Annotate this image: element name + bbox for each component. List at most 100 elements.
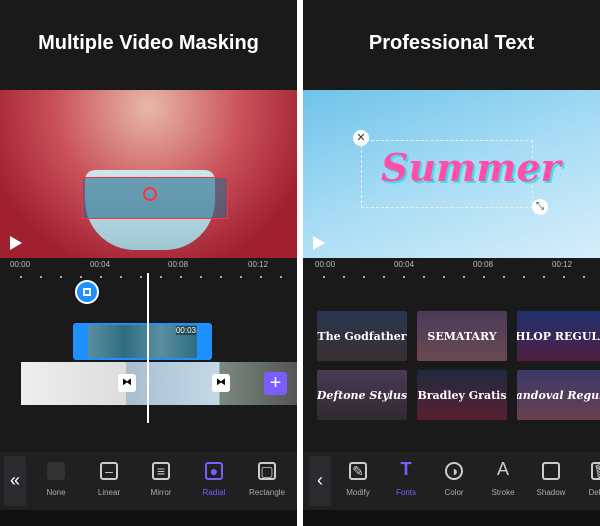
main-track[interactable] (21, 362, 297, 405)
bottom-bar (303, 510, 600, 526)
tool-label: Radial (202, 488, 226, 497)
tool-label: Rectangle (248, 488, 286, 497)
video-preview: Summer ✕ ⤡ (303, 90, 600, 258)
timeline-ruler: 00:00 00:04 00:08 00:12 (303, 258, 600, 278)
ruler-tick (20, 276, 22, 278)
transition-icon[interactable]: ⧓ (212, 374, 230, 392)
tool-delete[interactable]: 🗑 Delete (575, 460, 600, 497)
add-clip-button[interactable]: + (264, 372, 287, 395)
tool-label: Shadow (536, 488, 566, 497)
font-option[interactable]: Bradley Gratis (417, 370, 507, 420)
tool-fonts[interactable]: T Fonts (381, 460, 431, 497)
ruler-label: 00:00 (10, 260, 31, 269)
tool-label: Linear (97, 488, 121, 497)
ruler-tick (240, 276, 242, 278)
ruler-tick (463, 276, 465, 278)
resize-icon[interactable]: ⤡ (532, 199, 548, 215)
none-icon (47, 462, 65, 480)
tool-mirror[interactable]: ≡ Mirror (136, 460, 186, 497)
tool-radial[interactable]: ● Radial (189, 460, 239, 497)
collapse-button[interactable]: « (4, 456, 26, 506)
panel-title: Professional Text (368, 32, 535, 54)
ruler-label: 00:08 (168, 260, 189, 269)
mask-toolbar: « None – Linear ≡ Mirror ● Radial ▢ Rectangl… (0, 452, 297, 510)
play-button[interactable] (10, 236, 22, 250)
ruler-tick (583, 276, 585, 278)
ruler-tick (563, 276, 565, 278)
tool-linear[interactable]: – Linear (84, 460, 134, 497)
font-option[interactable]: Sandoval Regular (517, 370, 600, 420)
clip-duration: 00:03 (175, 326, 196, 335)
transition-icon[interactable]: ⧓ (118, 374, 136, 392)
tool-label: None (46, 488, 66, 497)
ruler-tick (343, 276, 345, 278)
ruler-tick (523, 276, 525, 278)
ruler-tick (120, 276, 122, 278)
overlay-clip[interactable]: 00:03 (73, 323, 212, 360)
play-button[interactable] (313, 236, 325, 250)
ruler-tick (80, 276, 82, 278)
mask-center-handle[interactable] (143, 187, 157, 201)
ruler-label: 00:12 (248, 260, 269, 269)
edit-icon: ✎ (349, 462, 367, 480)
ruler-tick (323, 276, 325, 278)
tool-label: Color (444, 488, 464, 497)
bottom-bar (0, 510, 297, 526)
ruler-tick (423, 276, 425, 278)
tool-label: Fonts (395, 488, 416, 497)
ruler-tick (383, 276, 385, 278)
tool-stroke[interactable]: A Stroke (478, 460, 528, 497)
back-button[interactable]: ‹ (309, 456, 331, 506)
ruler-tick (503, 276, 505, 278)
ruler-tick (160, 276, 162, 278)
rectangle-mask-icon: ▢ (258, 462, 276, 480)
text-icon: T (400, 459, 412, 479)
tool-shadow[interactable]: Shadow (526, 460, 576, 497)
masking-panel: Multiple Video Masking 00:00 00:04 00:08… (0, 0, 297, 526)
radial-mask-icon: ● (205, 462, 223, 480)
text-toolbar: ‹ ✎ Modify T Fonts ◑ Color A Stroke Shadow 🗑… (303, 452, 600, 510)
ruler-tick (403, 276, 405, 278)
delete-icon: 🗑 (591, 462, 600, 480)
mirror-mask-icon: ≡ (152, 462, 170, 480)
font-option[interactable]: Deftone Stylus (317, 370, 407, 420)
playhead[interactable] (147, 273, 149, 423)
panel-title: Multiple Video Masking (38, 32, 259, 54)
ruler-label: 00:00 (315, 260, 336, 269)
ruler-tick (140, 276, 142, 278)
ruler-label: 00:04 (394, 260, 415, 269)
ruler-tick (60, 276, 62, 278)
tool-label: Mirror (150, 488, 172, 497)
tool-rectangle[interactable]: ▢ Rectangle (242, 460, 292, 497)
text-sticker[interactable]: Summer (381, 145, 561, 190)
video-preview (0, 90, 297, 258)
ruler-label: 00:04 (90, 260, 111, 269)
ruler-tick (443, 276, 445, 278)
ruler-tick (280, 276, 282, 278)
ruler-tick (260, 276, 262, 278)
stroke-icon: A (496, 459, 509, 479)
text-panel: Professional Text Summer ✕ ⤡ 00:00 00:04… (303, 0, 600, 526)
ruler-tick (543, 276, 545, 278)
color-icon: ◑ (445, 462, 463, 480)
mask-keyframe-marker[interactable] (75, 280, 99, 304)
tool-none[interactable]: None (31, 460, 81, 497)
shadow-icon (542, 462, 560, 480)
ruler-tick (363, 276, 365, 278)
linear-mask-icon: – (100, 462, 118, 480)
font-option[interactable]: SHLOP REGULAR (517, 311, 600, 361)
ruler-label: 00:12 (552, 260, 573, 269)
tool-label: Delete (588, 488, 600, 497)
timeline-ruler: 00:00 00:04 00:08 00:12 (0, 258, 297, 278)
tool-label: Modify (346, 488, 370, 497)
tool-modify[interactable]: ✎ Modify (333, 460, 383, 497)
ruler-tick (483, 276, 485, 278)
ruler-label: 00:08 (473, 260, 494, 269)
close-icon[interactable]: ✕ (353, 130, 369, 146)
ruler-tick (40, 276, 42, 278)
tool-color[interactable]: ◑ Color (429, 460, 479, 497)
ruler-tick (220, 276, 222, 278)
font-option[interactable]: The Godfather (317, 311, 407, 361)
font-option[interactable]: SEMATARY (417, 311, 507, 361)
ruler-tick (200, 276, 202, 278)
